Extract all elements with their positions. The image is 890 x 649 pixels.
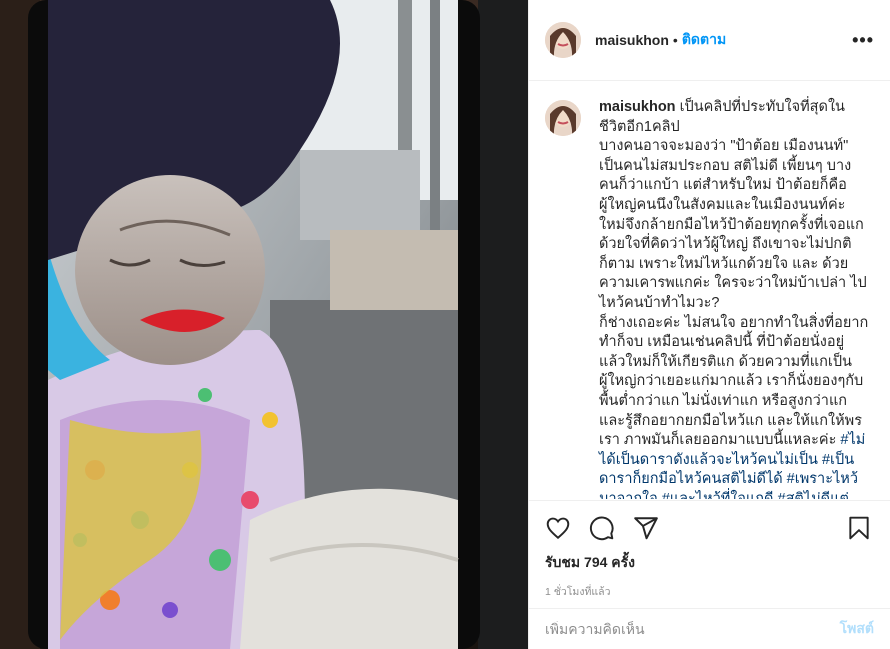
post-timestamp[interactable]: 1 ชั่วโมงที่แล้ว <box>529 573 890 603</box>
share-icon[interactable] <box>633 515 661 543</box>
separator-dot: • <box>672 32 678 48</box>
comment-input[interactable] <box>545 621 840 637</box>
video-frame-illustration <box>0 0 528 649</box>
more-options-icon[interactable]: ••• <box>852 30 874 51</box>
avatar-image <box>545 100 581 136</box>
header-username[interactable]: maisukhon <box>595 32 669 48</box>
post-caption: maisukhon เป็นคลิปที่ประทับใจที่สุดในชีว… <box>599 98 869 499</box>
comments-section[interactable]: maisukhon เป็นคลิปที่ประทับใจที่สุดในชีว… <box>529 81 890 499</box>
post-video[interactable] <box>0 0 528 649</box>
action-bar <box>529 501 890 551</box>
post-header: maisukhon • ติดตาม ••• <box>529 0 890 81</box>
avatar-image <box>545 22 581 58</box>
comment-icon[interactable] <box>589 515 617 543</box>
add-comment-bar: โพสต์ <box>529 608 890 649</box>
view-count[interactable]: รับชม 794 ครั้ง <box>529 551 890 573</box>
actions-area: รับชม 794 ครั้ง 1 ชั่วโมงที่แล้ว <box>529 500 890 603</box>
heart-icon[interactable] <box>545 515 573 543</box>
caption-avatar[interactable] <box>545 100 581 136</box>
bookmark-icon[interactable] <box>846 515 874 543</box>
follow-button[interactable]: ติดตาม <box>682 29 726 51</box>
avatar[interactable] <box>545 22 581 58</box>
caption-text: เป็นคลิปที่ประทับใจที่สุดในชีวิตอีก1คลิป… <box>599 99 869 449</box>
caption-username[interactable]: maisukhon <box>599 99 676 115</box>
post-comment-button[interactable]: โพสต์ <box>840 618 874 640</box>
post-side-panel: maisukhon • ติดตาม ••• maisukhon เป็นคลิ… <box>528 0 890 649</box>
